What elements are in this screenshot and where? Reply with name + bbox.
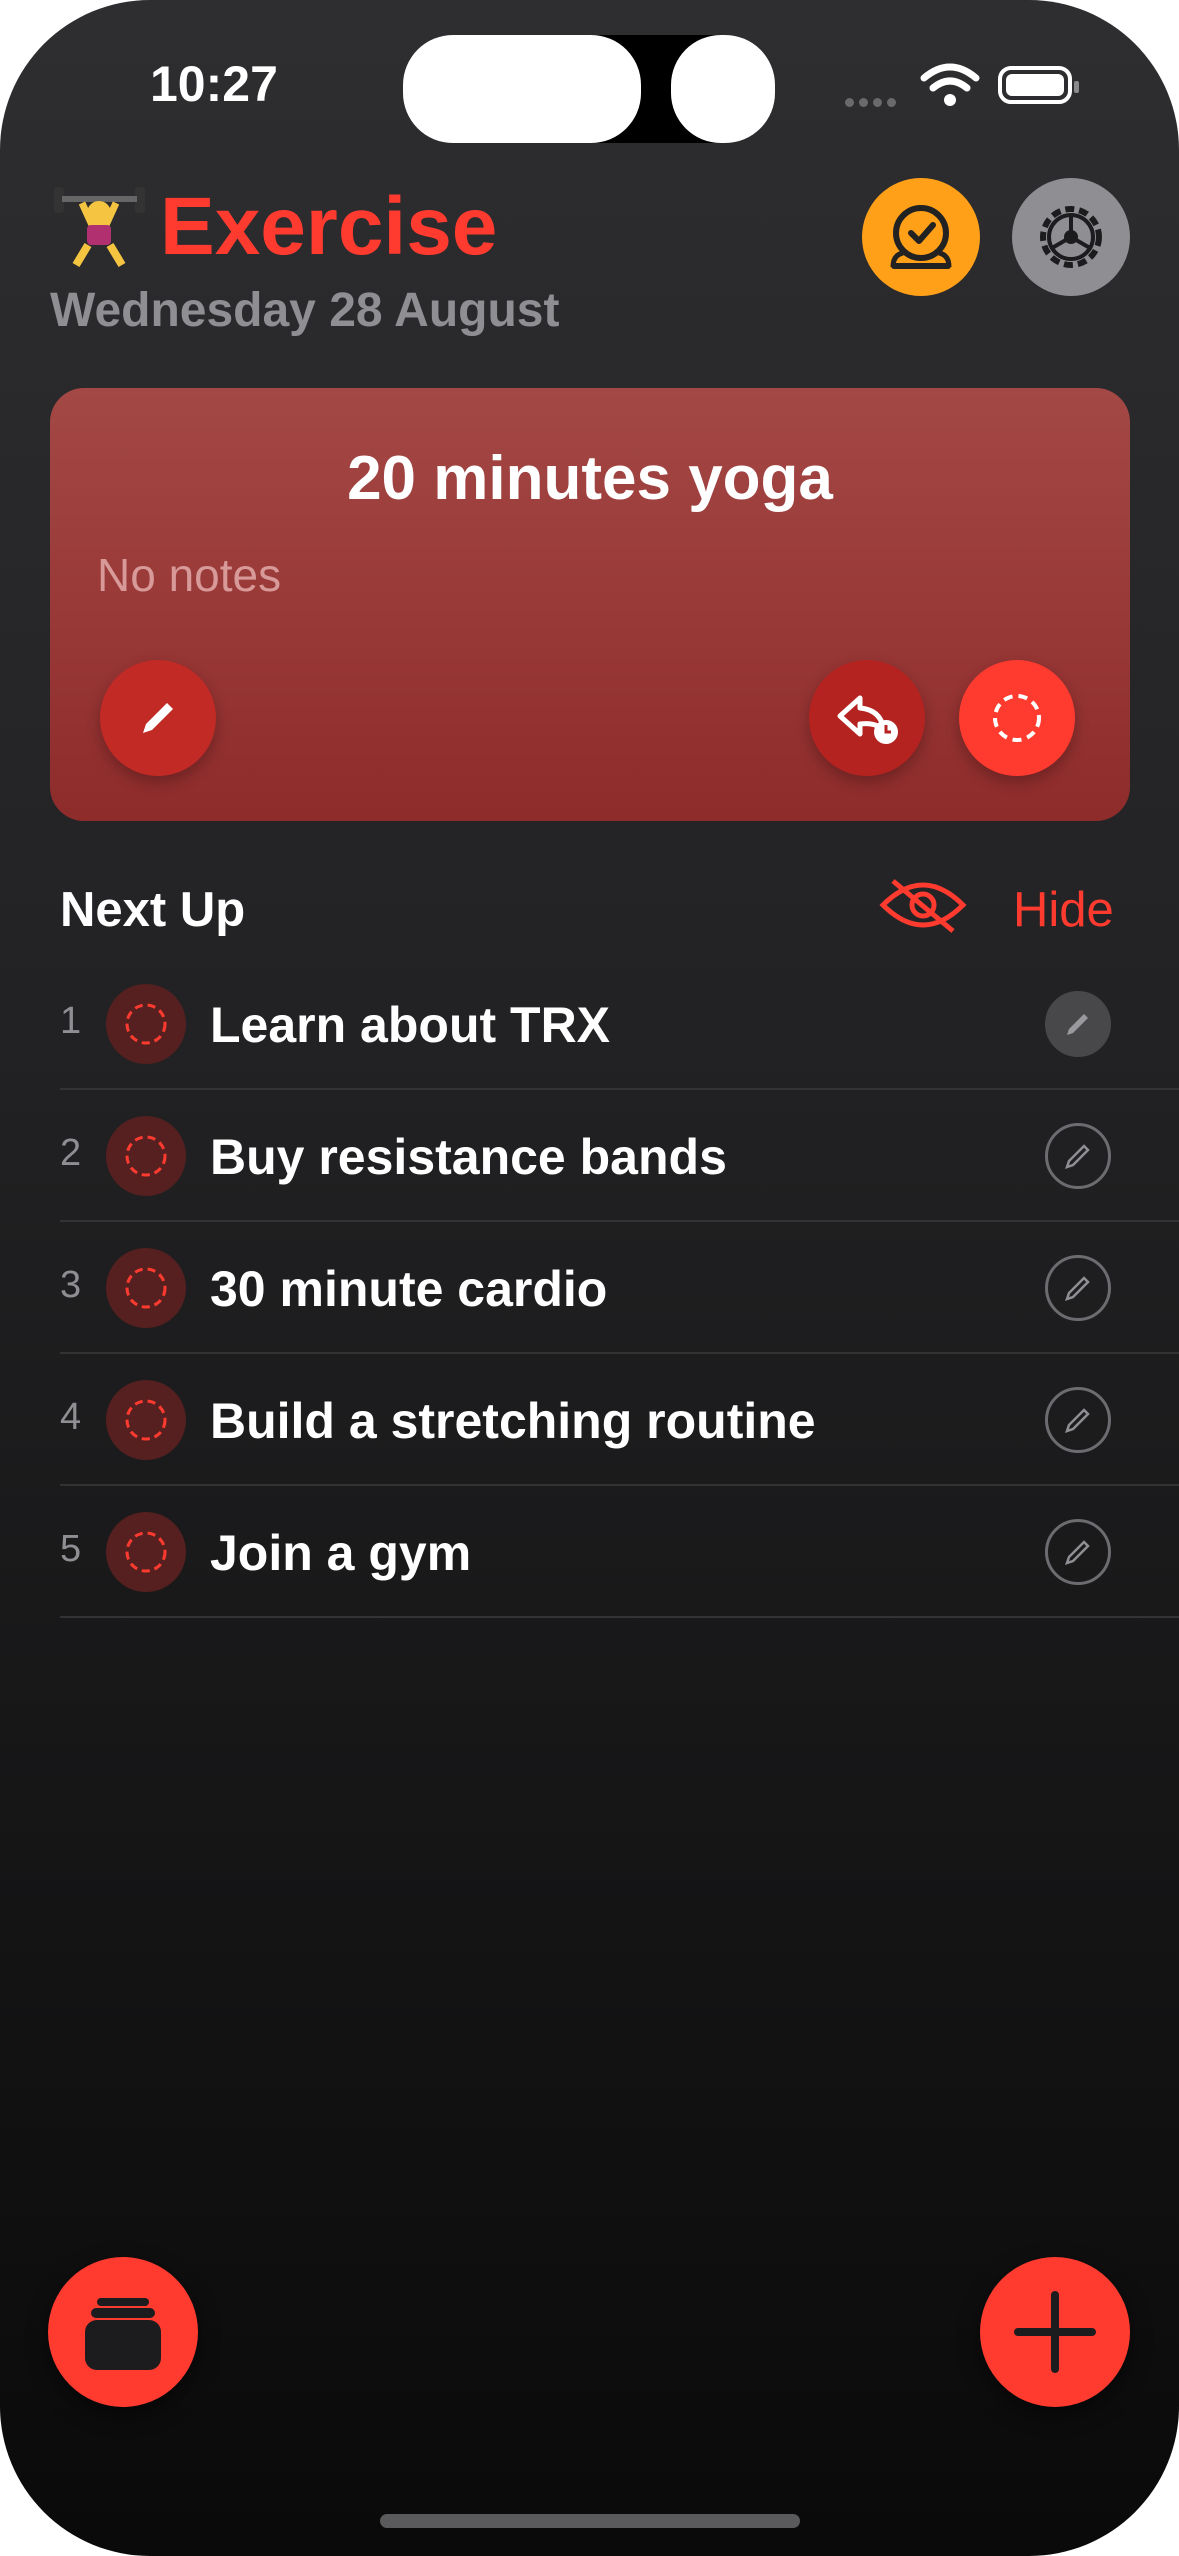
gear-icon	[1040, 206, 1102, 268]
edit-task-button[interactable]	[100, 660, 216, 776]
item-index: 1	[60, 1000, 82, 1042]
home-indicator[interactable]	[380, 2514, 800, 2528]
edit-item-button[interactable]	[1045, 1123, 1111, 1189]
complete-item-button[interactable]	[106, 1380, 186, 1460]
page-title: Exercise	[160, 181, 498, 272]
reply-later-icon	[837, 695, 898, 744]
next-up-heading: Next Up	[60, 883, 246, 937]
item-label: Build a stretching routine	[210, 1393, 816, 1449]
item-label: Learn about TRX	[210, 997, 611, 1053]
complete-item-button[interactable]	[106, 1116, 186, 1196]
defer-task-button[interactable]	[809, 660, 925, 776]
pencil-icon	[143, 703, 173, 733]
complete-item-button[interactable]	[106, 984, 186, 1064]
complete-task-button[interactable]	[959, 660, 1075, 776]
dashed-circle-icon	[125, 1399, 167, 1441]
complete-item-button[interactable]	[106, 1248, 186, 1328]
pencil-icon	[1065, 1540, 1090, 1565]
current-task-card[interactable]: 20 minutes yoga No notes	[50, 388, 1130, 821]
pencil-icon	[1065, 1276, 1090, 1301]
phone-screen: 10:27 Exercise Wednesday 28 August 20 mi…	[0, 0, 1179, 2556]
stacked-cards-icon	[85, 2298, 161, 2370]
hide-button[interactable]: Hide	[1013, 882, 1114, 938]
list-item[interactable]: 3 30 minute cardio	[0, 1222, 1179, 1354]
signal-icon	[845, 94, 901, 112]
eye-slash-icon[interactable]	[878, 873, 968, 937]
dashed-circle-icon	[125, 1003, 167, 1045]
edit-item-button[interactable]	[1045, 991, 1111, 1057]
plus-icon	[1014, 2291, 1096, 2373]
edit-item-button[interactable]	[1045, 1255, 1111, 1321]
next-up-list: 1 Learn about TRX 2 Buy resistance bands…	[0, 958, 1179, 1618]
pencil-icon	[1065, 1408, 1090, 1433]
battery-icon	[998, 66, 1079, 104]
current-task-title: 20 minutes yoga	[347, 444, 833, 513]
item-index: 5	[60, 1528, 82, 1570]
list-item[interactable]: 1 Learn about TRX	[0, 958, 1179, 1090]
wifi-icon	[920, 63, 980, 106]
item-index: 4	[60, 1396, 82, 1438]
alarm-button[interactable]	[862, 178, 980, 296]
pencil-icon	[1067, 1014, 1088, 1035]
item-label: Buy resistance bands	[210, 1129, 727, 1185]
item-index: 2	[60, 1132, 82, 1174]
current-task-notes: No notes	[97, 549, 282, 601]
page-date: Wednesday 28 August	[50, 284, 560, 337]
add-task-button[interactable]	[980, 2257, 1130, 2407]
dashed-circle-icon	[993, 694, 1041, 742]
list-item[interactable]: 2 Buy resistance bands	[0, 1090, 1179, 1222]
item-label: Join a gym	[210, 1525, 472, 1581]
lists-button[interactable]	[48, 2257, 198, 2407]
edit-item-button[interactable]	[1045, 1519, 1111, 1585]
list-item[interactable]: 4 Build a stretching routine	[0, 1354, 1179, 1486]
item-index: 3	[60, 1264, 82, 1306]
weightlifter-emoji-icon	[54, 187, 145, 268]
dashed-circle-icon	[125, 1135, 167, 1177]
dynamic-island	[403, 35, 775, 143]
complete-item-button[interactable]	[106, 1512, 186, 1592]
dashed-circle-icon	[125, 1531, 167, 1573]
list-item[interactable]: 5 Join a gym	[0, 1486, 1179, 1618]
item-label: 30 minute cardio	[210, 1261, 608, 1317]
dashed-circle-icon	[125, 1267, 167, 1309]
pencil-icon	[1065, 1144, 1090, 1169]
status-time: 10:27	[150, 56, 278, 112]
edit-item-button[interactable]	[1045, 1387, 1111, 1453]
alarm-clock-icon	[890, 205, 952, 269]
settings-button[interactable]	[1012, 178, 1130, 296]
